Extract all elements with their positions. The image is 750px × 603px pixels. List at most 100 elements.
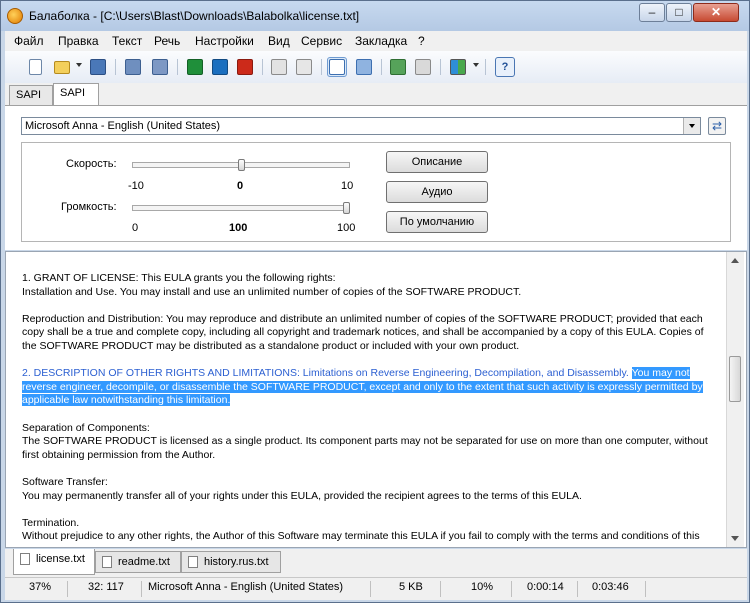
open-folder-icon[interactable] (52, 57, 72, 77)
menu-help[interactable]: ? (418, 34, 425, 48)
audio-file-icon[interactable] (123, 57, 143, 77)
tab-label: readme.txt (118, 556, 170, 568)
rate-mid-label: 0 (237, 180, 244, 192)
tab-label: history.rus.txt (204, 556, 269, 568)
chevron-down-icon[interactable] (683, 118, 700, 134)
doc-link[interactable]: 2. DESCRIPTION OF OTHER RIGHTS AND LIMIT… (22, 367, 629, 379)
rate-slider-thumb[interactable] (237, 159, 245, 171)
speech-file-icon[interactable] (150, 57, 170, 77)
status-position: 32: 117 (88, 581, 124, 593)
app-logo-icon[interactable] (7, 8, 23, 24)
status-divider (645, 581, 646, 597)
scrollbar-thumb[interactable] (729, 356, 741, 402)
voice-icon[interactable] (448, 57, 468, 77)
volume-slider-thumb[interactable] (343, 202, 350, 214)
stop-icon[interactable] (235, 57, 255, 77)
description-button[interactable]: Описание (386, 151, 488, 173)
menu-edit[interactable]: Правка (58, 34, 99, 48)
doc-paragraph: Reproduction and Distribution: You may r… (22, 312, 704, 352)
doc-line: Separation of Components: (22, 421, 150, 434)
status-divider (440, 581, 441, 597)
toolbar: ? (5, 51, 747, 84)
doc-line: Installation and Use. You may install an… (22, 285, 522, 298)
doc-line: You may permanently transfer all of your… (22, 489, 582, 502)
doc-line: Termination. (22, 516, 80, 529)
copy-icon[interactable] (294, 57, 314, 77)
toolbar-separator (262, 59, 263, 75)
menu-text[interactable]: Текст (112, 34, 142, 48)
next-icon[interactable] (413, 57, 433, 77)
status-divider (511, 581, 512, 597)
rate-label: Скорость: (66, 158, 117, 170)
tab-license[interactable]: license.txt (13, 549, 95, 575)
voice-select[interactable]: Microsoft Anna - English (United States) (21, 117, 701, 135)
menu-file[interactable]: Файл (14, 34, 44, 48)
tab-sapi4[interactable]: SAPI 4 (9, 85, 53, 119)
volume-label: Громкость: (61, 201, 117, 213)
audio-button[interactable]: Аудио (386, 181, 488, 203)
text-file-icon (20, 553, 30, 565)
vertical-scrollbar[interactable] (726, 252, 744, 547)
dictionary-icon[interactable] (354, 57, 374, 77)
toolbar-separator (177, 59, 178, 75)
status-divider (577, 581, 578, 597)
status-total: 0:03:46 (592, 581, 629, 593)
text-file-icon (102, 556, 112, 568)
volume-max-label: 100 (337, 222, 356, 234)
window-title: Балаболка - [C:\Users\Blast\Downloads\Ba… (29, 9, 360, 23)
new-document-icon[interactable] (25, 57, 45, 77)
menu-bookmark[interactable]: Закладка (355, 34, 407, 48)
app-window: Балаболка - [C:\Users\Blast\Downloads\Ba… (0, 0, 750, 603)
status-zoom: 37% (29, 581, 52, 593)
pause-icon[interactable] (210, 57, 230, 77)
toolbar-separator (115, 59, 116, 75)
scroll-down-icon[interactable] (731, 536, 739, 541)
toolbar-separator (485, 59, 486, 75)
status-progress: 10% (471, 581, 494, 593)
voice-settings-panel: Microsoft Anna - English (United States)… (5, 105, 747, 250)
maximize-button[interactable]: □ (666, 3, 692, 22)
prev-icon[interactable] (388, 57, 408, 77)
status-bar: 37% 32: 117 Microsoft Anna - English (Un… (5, 577, 747, 600)
doc-line: The SOFTWARE PRODUCT is licensed as a si… (22, 435, 708, 461)
text-editor[interactable]: 1. GRANT OF LICENSE: This EULA grants yo… (5, 251, 747, 548)
save-icon[interactable] (88, 57, 108, 77)
text-mode-icon[interactable] (327, 57, 347, 77)
volume-slider-track[interactable] (132, 205, 350, 211)
scroll-up-icon[interactable] (731, 258, 739, 263)
menu-view[interactable]: Вид (268, 34, 290, 48)
help-icon[interactable]: ? (495, 57, 515, 77)
rate-max-label: 10 (341, 180, 354, 192)
document-tabs: license.txt readme.txt history.rus.txt (5, 549, 747, 577)
settings-group: Скорость: -10 0 10 Громкость: 0 100 100 … (21, 142, 731, 242)
title-bar[interactable]: Балаболка - [C:\Users\Blast\Downloads\Ba… (1, 1, 749, 31)
close-button[interactable]: ✕ (693, 3, 739, 22)
voice-dropdown-arrow-icon[interactable] (473, 63, 479, 67)
menu-tools[interactable]: Сервис (301, 34, 342, 48)
status-divider (141, 581, 142, 597)
document-text[interactable]: 1. GRANT OF LICENSE: This EULA grants yo… (22, 272, 712, 544)
tab-sapi5[interactable]: SAPI 5 (53, 83, 99, 117)
refresh-voices-button[interactable]: ⇄ (708, 117, 726, 135)
volume-mid-label: 100 (229, 222, 248, 234)
tab-history[interactable]: history.rus.txt (181, 551, 281, 573)
status-size: 5 KB (399, 581, 423, 593)
text-file-icon (188, 556, 198, 568)
status-voice: Microsoft Anna - English (United States) (148, 581, 344, 593)
toolbar-separator (321, 59, 322, 75)
menu-settings[interactable]: Настройки (195, 34, 254, 48)
menu-speech[interactable]: Речь (154, 34, 180, 48)
tab-readme[interactable]: readme.txt (95, 551, 181, 573)
split-icon[interactable] (269, 57, 289, 77)
default-button[interactable]: По умолчанию (386, 211, 488, 233)
open-dropdown-arrow-icon[interactable] (76, 63, 82, 67)
rate-min-label: -10 (128, 180, 144, 192)
toolbar-separator (381, 59, 382, 75)
toolbar-separator (440, 59, 441, 75)
status-divider (67, 581, 68, 597)
status-divider (370, 581, 371, 597)
play-icon[interactable] (185, 57, 205, 77)
menu-bar: Файл Правка Текст Речь Настройки Вид Сер… (5, 31, 747, 51)
minimize-button[interactable]: – (639, 3, 665, 22)
doc-line: 1. GRANT OF LICENSE: This EULA grants yo… (22, 272, 336, 284)
